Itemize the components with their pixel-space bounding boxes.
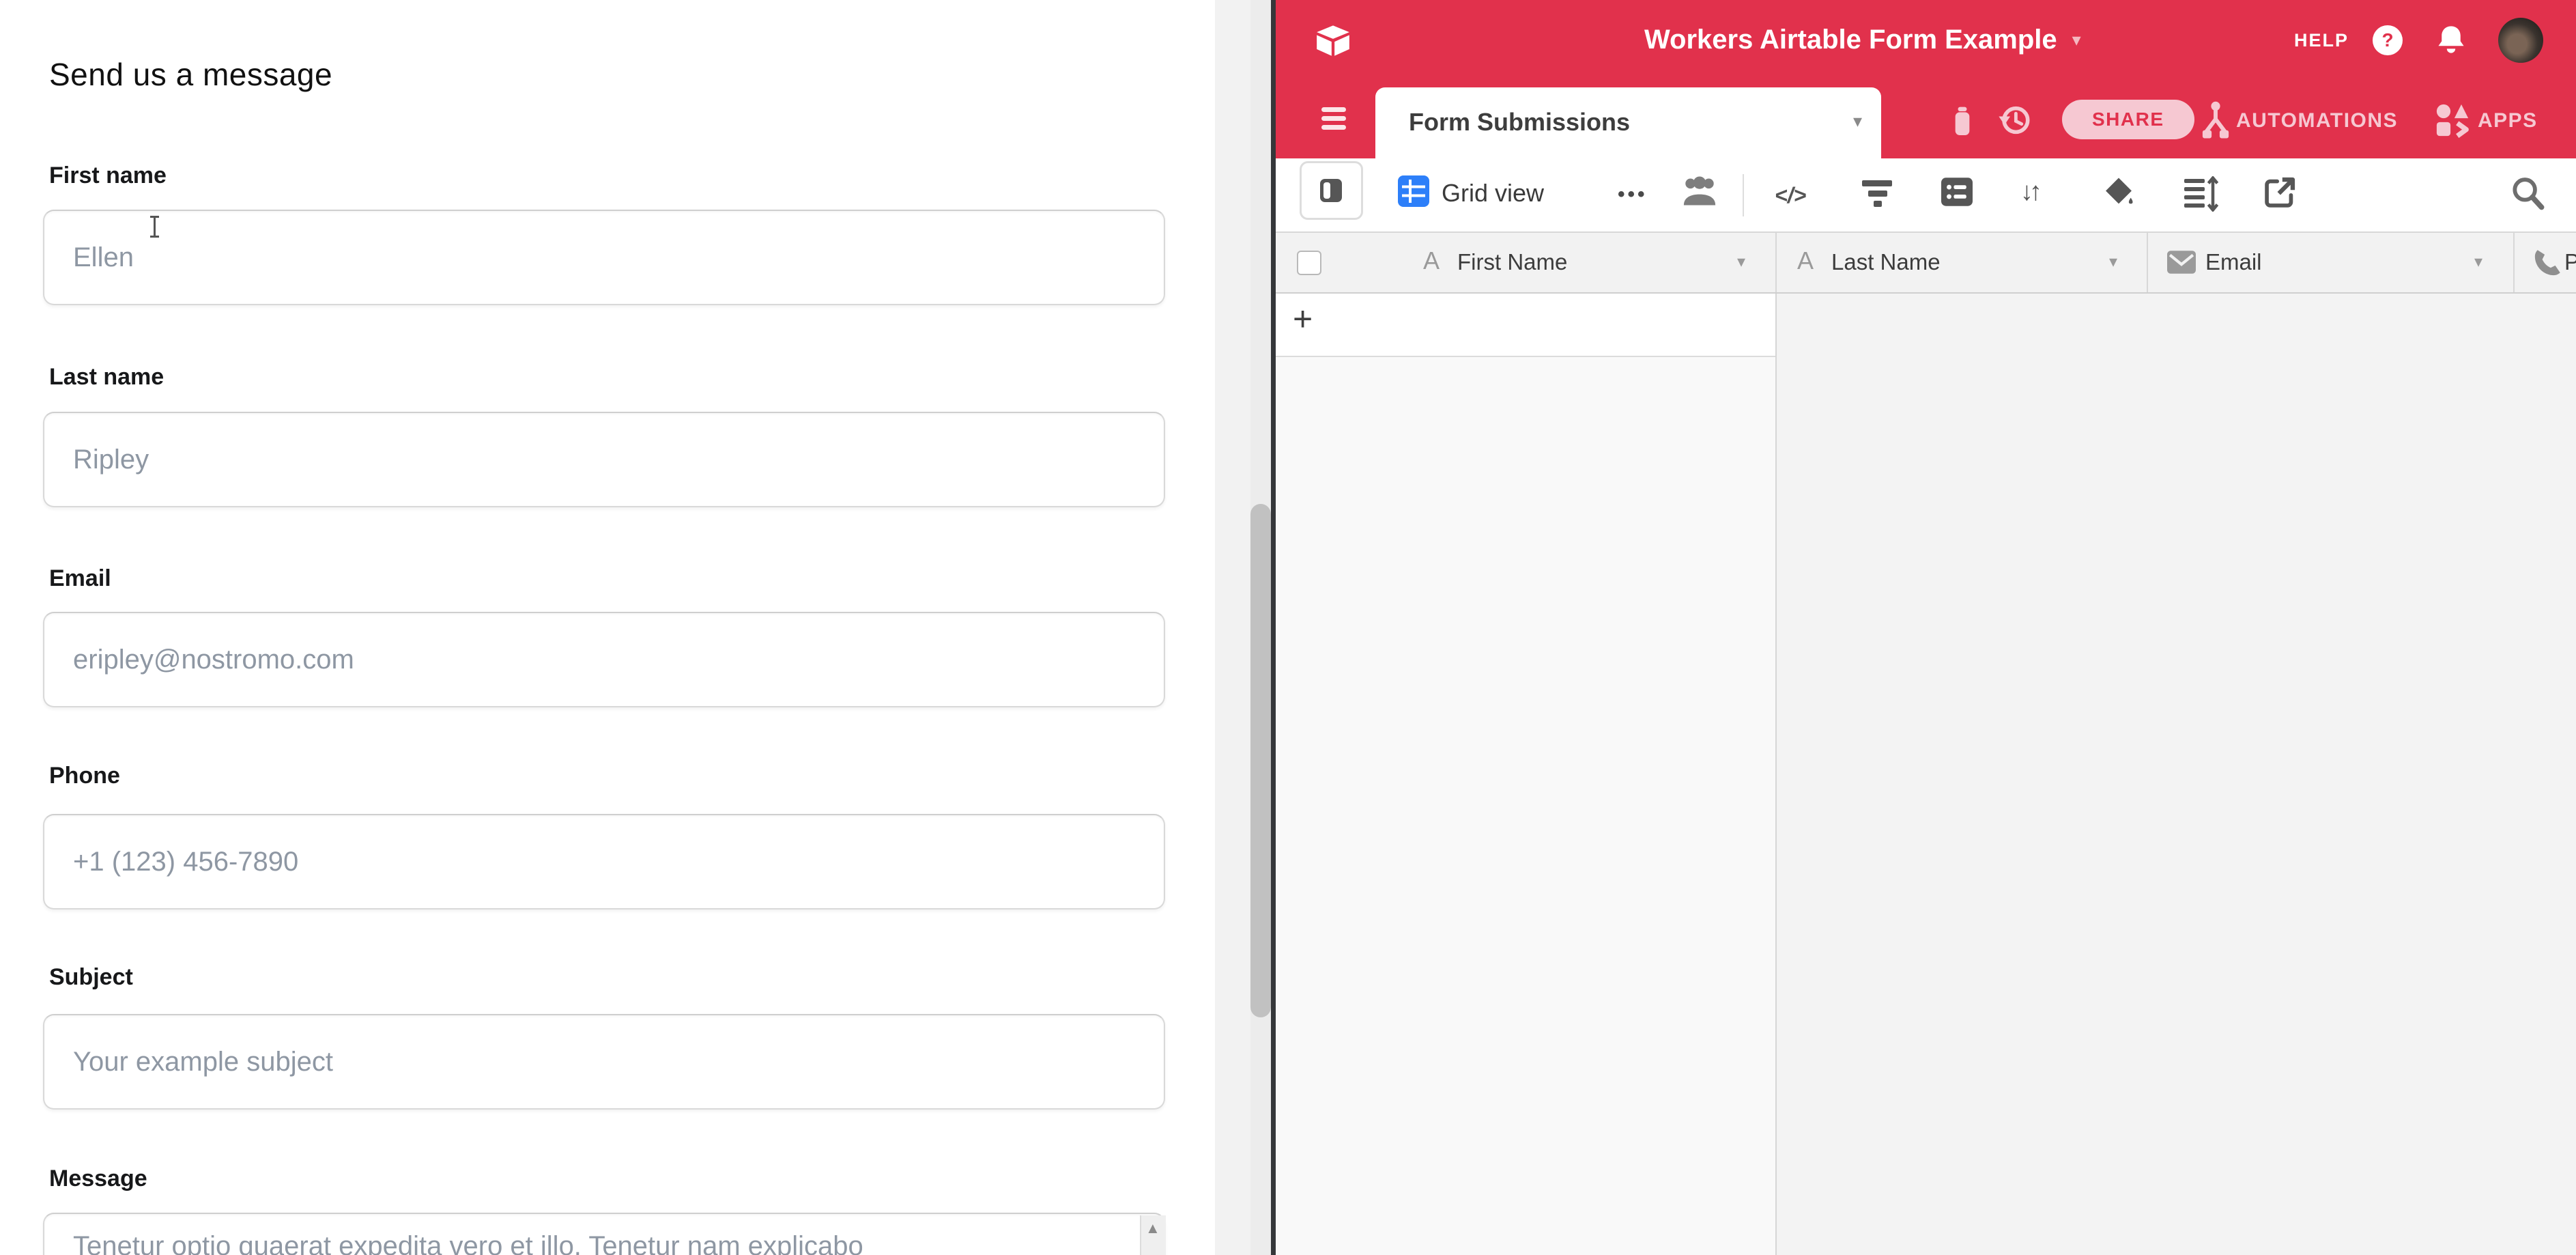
text-field-icon: A bbox=[1423, 246, 1440, 275]
history-icon[interactable] bbox=[1998, 104, 2032, 137]
share-view-icon[interactable] bbox=[2263, 176, 2296, 209]
collaborators-icon[interactable] bbox=[1680, 175, 1719, 209]
screenshot-stage: Send us a message First name Last name E… bbox=[0, 0, 2576, 1255]
column-caret-icon[interactable]: ▾ bbox=[2474, 252, 2482, 272]
hide-fields-icon[interactable] bbox=[1941, 178, 1973, 206]
tab-form-submissions[interactable]: Form Submissions ▾ bbox=[1375, 87, 1881, 158]
color-icon[interactable] bbox=[2102, 176, 2135, 209]
phone-label: Phone bbox=[49, 763, 120, 789]
automations-button[interactable]: AUTOMATIONS bbox=[2236, 109, 2398, 132]
last-name-input[interactable] bbox=[43, 412, 1165, 507]
pane-divider bbox=[1271, 0, 1276, 1255]
first-name-input[interactable] bbox=[43, 210, 1165, 305]
base-title[interactable]: Workers Airtable Form Example bbox=[1644, 25, 2057, 55]
column-header-email[interactable]: Email bbox=[2205, 249, 2262, 275]
share-button[interactable]: SHARE bbox=[2062, 100, 2194, 139]
select-all-checkbox[interactable] bbox=[1297, 251, 1321, 275]
email-field-icon bbox=[2167, 249, 2196, 275]
apps-icon[interactable] bbox=[2435, 102, 2470, 138]
hamburger-menu-icon[interactable] bbox=[1321, 107, 1346, 130]
tab-label: Form Submissions bbox=[1409, 108, 1630, 137]
notifications-bell-icon[interactable] bbox=[2436, 19, 2466, 61]
automations-icon[interactable] bbox=[2199, 101, 2233, 139]
message-textarea[interactable]: Tenetur optio quaerat expedita vero et i… bbox=[43, 1213, 1165, 1255]
subject-label: Subject bbox=[49, 964, 133, 991]
airtable-topbar: Workers Airtable Form Example ▾ HELP ? bbox=[1276, 0, 2576, 81]
text-cursor-icon bbox=[154, 216, 156, 238]
airtable-menubar: Form Submissions ▾ SHARE AUTOMATIONS bbox=[1276, 81, 2576, 158]
grid-view-icon[interactable] bbox=[1398, 175, 1429, 207]
add-row-strip[interactable]: + bbox=[1276, 294, 1775, 357]
view-name-label[interactable]: Grid view bbox=[1442, 179, 1544, 208]
user-avatar[interactable] bbox=[2498, 18, 2543, 63]
left-scrollbar-thumb[interactable] bbox=[1250, 504, 1271, 1017]
grid-empty-area-right bbox=[1775, 294, 2576, 1255]
grid-header-row: A First Name ▾ A Last Name ▾ Email ▾ P bbox=[1276, 233, 2576, 294]
column-header-phone-partial[interactable]: P bbox=[2564, 249, 2576, 275]
sort-icon[interactable]: ↓↑ bbox=[2020, 178, 2038, 207]
email-input[interactable] bbox=[43, 612, 1165, 707]
help-question-icon[interactable]: ? bbox=[2373, 25, 2403, 55]
first-name-label: First name bbox=[49, 163, 167, 189]
hamburger-line bbox=[1321, 116, 1346, 121]
left-scrollbar-gutter bbox=[1215, 0, 1250, 1255]
grid-empty-area-left bbox=[1276, 357, 1775, 1255]
search-icon[interactable] bbox=[2509, 175, 2546, 212]
airtable-logo-icon[interactable] bbox=[1315, 20, 1351, 60]
textarea-scrollbar[interactable]: ▲ bbox=[1140, 1215, 1166, 1255]
left-pane: Send us a message First name Last name E… bbox=[0, 0, 1215, 1255]
page-title: Send us a message bbox=[49, 56, 332, 93]
view-more-icon[interactable]: ••• bbox=[1618, 183, 1648, 206]
apps-button[interactable]: APPS bbox=[2478, 109, 2538, 132]
subject-input[interactable] bbox=[43, 1014, 1165, 1110]
phone-input[interactable] bbox=[43, 814, 1165, 909]
hamburger-line bbox=[1321, 125, 1346, 130]
add-record-icon[interactable]: + bbox=[1293, 299, 1313, 339]
help-button[interactable]: HELP bbox=[2294, 30, 2349, 51]
email-label: Email bbox=[49, 565, 111, 592]
base-title-caret-icon[interactable]: ▾ bbox=[2072, 29, 2081, 51]
scroll-up-arrow-icon[interactable]: ▲ bbox=[1145, 1219, 1160, 1237]
column-header-last-name[interactable]: Last Name bbox=[1831, 249, 1941, 275]
sidebar-toggle-slot bbox=[1323, 182, 1330, 199]
column-divider[interactable] bbox=[2513, 233, 2515, 292]
phone-field-icon bbox=[2532, 248, 2562, 278]
text-field-icon: A bbox=[1797, 246, 1814, 275]
filter-icon[interactable] bbox=[1862, 180, 1893, 207]
column-caret-icon[interactable]: ▾ bbox=[2109, 252, 2117, 272]
message-label: Message bbox=[49, 1166, 147, 1192]
column-caret-icon[interactable]: ▾ bbox=[1737, 252, 1745, 272]
column-divider[interactable] bbox=[2147, 233, 2148, 292]
base-title-group[interactable]: Workers Airtable Form Example ▾ bbox=[1644, 25, 2081, 55]
hamburger-line bbox=[1321, 107, 1346, 112]
row-height-icon[interactable] bbox=[2184, 179, 2217, 208]
last-name-label: Last name bbox=[49, 364, 164, 391]
first-column-divider bbox=[1775, 294, 1777, 1255]
column-divider[interactable] bbox=[1775, 233, 1777, 292]
code-icon[interactable]: </> bbox=[1775, 183, 1806, 208]
question-glyph: ? bbox=[2381, 29, 2393, 51]
tab-caret-icon[interactable]: ▾ bbox=[1853, 111, 1862, 132]
column-header-first-name[interactable]: First Name bbox=[1457, 249, 1567, 275]
trash-icon[interactable] bbox=[1948, 105, 1977, 135]
toolbar-divider bbox=[1743, 174, 1744, 216]
share-label: SHARE bbox=[2092, 109, 2164, 130]
